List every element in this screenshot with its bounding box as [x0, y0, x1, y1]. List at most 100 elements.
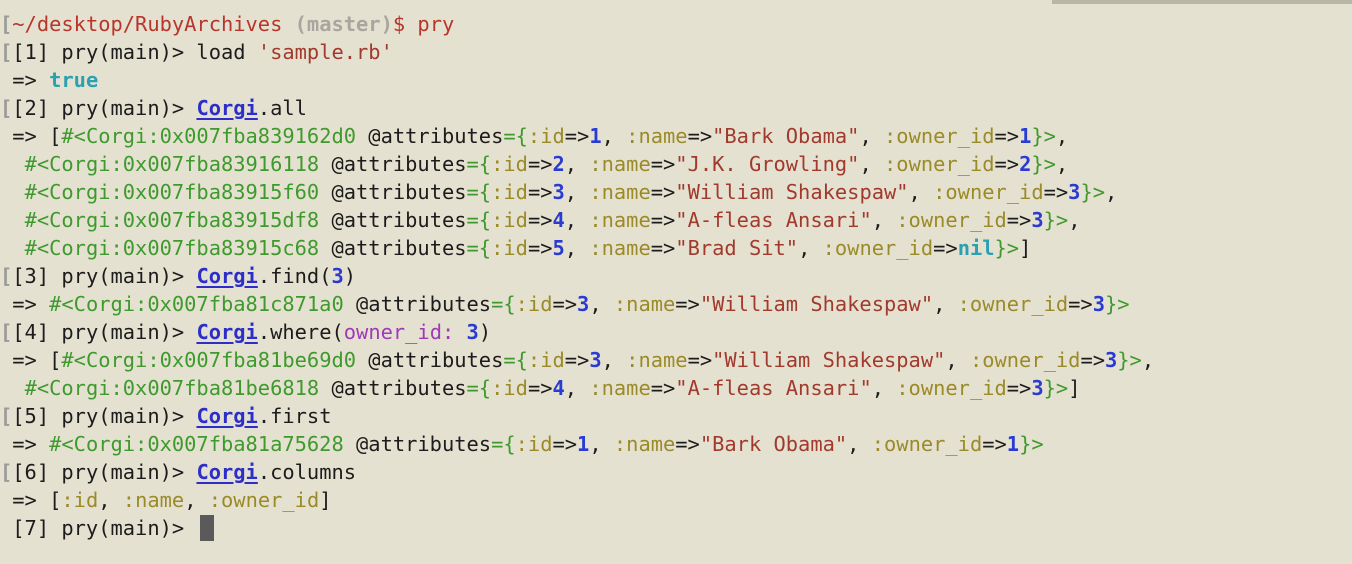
object-inspect: ={: [503, 348, 528, 372]
plain-text: ,: [908, 180, 934, 204]
git-branch: (master): [282, 12, 393, 36]
plain-text: =>: [527, 376, 553, 400]
nil-value: nil: [957, 236, 995, 260]
plain-text: =>: [527, 236, 553, 260]
plain-text: ,: [1068, 208, 1081, 232]
plain-text: =>: [552, 432, 578, 456]
pry-output-2-line-3: #<Corgi:0x007fba83915f60 @attributes={:i…: [0, 178, 1352, 206]
pry-output-1: => true: [0, 66, 1352, 94]
number: 5: [552, 236, 565, 260]
plain-text: =>: [0, 292, 50, 316]
pry-input-6: [[6] pry(main)> Corgi.columns: [0, 458, 1352, 486]
symbol: :owner_id: [969, 348, 1081, 372]
plain-text: ,: [184, 488, 209, 512]
string-literal: "A-fleas Ansari": [675, 208, 872, 232]
line-marker: [: [0, 320, 13, 344]
symbol: :id: [527, 348, 565, 372]
plain-text: ,: [871, 376, 897, 400]
number: 4: [552, 376, 565, 400]
object-inspect: }>: [1080, 180, 1106, 204]
pry-output-2-line-1: => [#<Corgi:0x007fba839162d0 @attributes…: [0, 122, 1352, 150]
object-inspect: #<Corgi:0x007fba83915df8: [24, 208, 320, 232]
plain-text: [0, 376, 25, 400]
plain-text: @attributes: [319, 236, 467, 260]
symbol: :owner_id: [871, 432, 983, 456]
object-inspect: #<Corgi:0x007fba81a75628: [49, 432, 344, 456]
object-inspect: ={: [466, 180, 492, 204]
number: 1: [577, 432, 590, 456]
plain-text: [0, 152, 25, 176]
plain-text: =>: [687, 124, 713, 148]
plain-text: ,: [564, 376, 590, 400]
plain-text: @attributes: [319, 376, 467, 400]
text-cursor[interactable]: [200, 515, 215, 541]
line-marker: [: [0, 12, 13, 36]
plain-text: ,: [564, 208, 590, 232]
plain-text: =>: [0, 432, 50, 456]
prompt-path: ~/desktop/RubyArchives: [12, 12, 283, 36]
object-inspect: }>: [1105, 292, 1130, 316]
object-inspect: ={: [466, 208, 492, 232]
symbol: :id: [491, 180, 528, 204]
object-inspect: ={: [491, 292, 516, 316]
plain-text: ]: [319, 488, 332, 512]
symbol: :id: [491, 236, 528, 260]
object-inspect: ={: [466, 152, 492, 176]
object-inspect: #<Corgi:0x007fba81be69d0: [61, 348, 357, 372]
class-name: Corgi: [196, 320, 258, 344]
line-marker: [: [0, 40, 13, 64]
pry-output-5: => #<Corgi:0x007fba81a75628 @attributes =…: [0, 430, 1352, 458]
number: 3: [1068, 180, 1081, 204]
symbol: :owner_id: [896, 208, 1007, 232]
number: 2: [1019, 152, 1032, 176]
plain-text: ]: [1068, 376, 1081, 400]
number: 3: [1031, 376, 1044, 400]
plain-text: ,: [589, 292, 614, 316]
symbol: :id: [515, 292, 553, 316]
plain-text: @attributes: [319, 180, 467, 204]
string-literal: "Bark Obama": [699, 432, 848, 456]
pry-input-2: [[2] pry(main)> Corgi.all: [0, 94, 1352, 122]
class-name: Corgi: [196, 404, 258, 428]
symbol: :id: [491, 208, 528, 232]
pry-output-2-line-5: #<Corgi:0x007fba83915c68 @attributes={:i…: [0, 234, 1352, 262]
plain-text: ,: [859, 124, 885, 148]
scrollbar[interactable]: [1052, 0, 1352, 4]
object-inspect: #<Corgi:0x007fba81c871a0: [49, 292, 344, 316]
plain-text: => [: [0, 488, 62, 512]
plain-text: =>: [994, 124, 1020, 148]
plain-text: @attributes: [319, 152, 467, 176]
object-inspect: #<Corgi:0x007fba83915f60: [24, 180, 320, 204]
number: 4: [552, 208, 565, 232]
symbol: :name: [613, 432, 676, 456]
terminal-output: [~/desktop/RubyArchives (master)$ pry [[1…: [0, 10, 1352, 542]
object-inspect: }>: [1019, 432, 1044, 456]
object-inspect: #<Corgi:0x007fba81be6818: [24, 376, 320, 400]
plain-text: .columns: [257, 460, 357, 484]
plain-text: [7] pry(main)>: [0, 516, 197, 540]
string-literal: "William Shakespaw": [699, 292, 934, 316]
number: 1: [589, 124, 602, 148]
symbol: :name: [613, 292, 676, 316]
plain-text: =>: [564, 124, 590, 148]
line-marker: [: [0, 460, 13, 484]
plain-text: .all: [257, 96, 307, 120]
plain-text: =>: [1043, 180, 1069, 204]
string-literal: "Bark Obama": [712, 124, 860, 148]
plain-text: =>: [650, 376, 676, 400]
plain-text: @attributes: [343, 292, 492, 316]
plain-text: ,: [933, 292, 958, 316]
pry-output-4-line-2: #<Corgi:0x007fba81be6818 @attributes={:i…: [0, 374, 1352, 402]
string-literal: "A-fleas Ansari": [675, 376, 872, 400]
number: 3: [331, 264, 344, 288]
plain-text: ,: [98, 488, 123, 512]
plain-text: ,: [1105, 180, 1118, 204]
plain-text: @attributes: [343, 432, 492, 456]
terminal-window[interactable]: [~/desktop/RubyArchives (master)$ pry [[1…: [0, 0, 1352, 564]
plain-text: ): [478, 320, 492, 344]
plain-text: =>: [1006, 208, 1032, 232]
class-name: Corgi: [196, 96, 258, 120]
plain-text: [3] pry(main)>: [12, 264, 197, 288]
plain-text: @attributes: [356, 124, 504, 148]
string-literal: "Brad Sit": [675, 236, 799, 260]
